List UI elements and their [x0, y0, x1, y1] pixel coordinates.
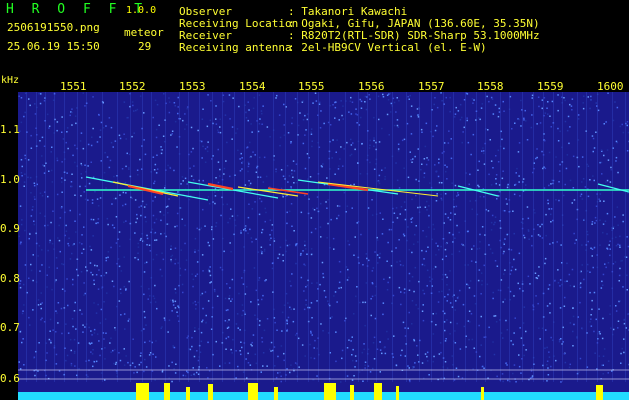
meteor-label: meteor [124, 26, 164, 39]
y-tick-label: 1.0 [0, 173, 20, 186]
meteor-count: 29 [138, 40, 152, 53]
y-tick-label: 0.7 [0, 321, 20, 334]
signal-bar [274, 387, 278, 400]
app-version: 1.0.0 [126, 5, 157, 16]
file-name: 2506191550.png [7, 21, 100, 34]
signal-bar [164, 383, 170, 400]
signal-bar [248, 383, 258, 400]
signal-bar [374, 383, 382, 400]
hroft-window: H R O F F T 1.0.0 2506191550.png meteor … [0, 0, 629, 400]
signal-bar [596, 385, 603, 400]
signal-bar [396, 386, 399, 400]
y-tick-label: 1.1 [0, 123, 20, 136]
y-tick-label: 0.6 [0, 372, 20, 385]
y-tick-label: 0.8 [0, 272, 20, 285]
y-tick-label: 0.9 [0, 222, 20, 235]
signal-bar [186, 387, 190, 400]
date-time: 25.06.19 15:50 [7, 40, 100, 53]
signal-bar [136, 383, 149, 400]
antenna-label: Receiving antenna [179, 41, 292, 54]
signal-bar [208, 384, 213, 400]
signal-bar [350, 385, 354, 400]
spectrogram-background [18, 92, 629, 400]
signal-baseline [18, 392, 629, 400]
signal-bar [481, 387, 484, 400]
spectrogram-plot [18, 92, 629, 400]
axis-unit: kHz [1, 75, 20, 86]
signal-bar [324, 383, 336, 400]
antenna-value: : 2el-HB9CV Vertical (el. E-W) [288, 41, 487, 54]
